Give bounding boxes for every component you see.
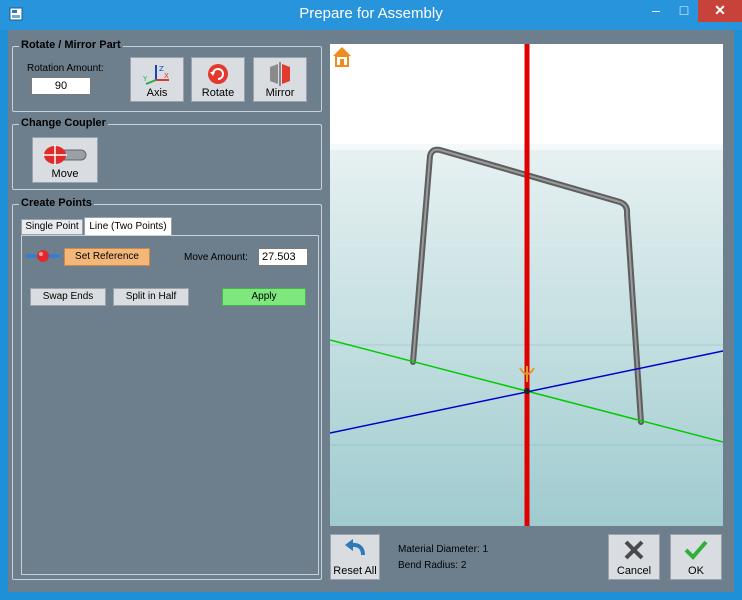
mirror-button[interactable]: Mirror <box>253 57 307 102</box>
reset-all-label: Reset All <box>333 565 377 577</box>
reset-all-button[interactable]: Reset All <box>330 534 380 580</box>
bend-radius-text: Bend Radius: 2 <box>398 560 467 571</box>
move-amount-input[interactable] <box>258 248 308 266</box>
mirror-label: Mirror <box>265 87 295 99</box>
tab-single-point[interactable]: Single Point <box>21 219 83 235</box>
title-bar: Prepare for Assembly – □ ✕ <box>0 0 742 30</box>
change-coupler-title: Change Coupler <box>19 117 108 129</box>
apply-button[interactable]: Apply <box>222 288 306 306</box>
window-title: Prepare for Assembly <box>299 5 443 22</box>
viewport-scene <box>330 44 723 526</box>
undo-icon <box>345 539 365 556</box>
mirror-icon <box>270 62 290 86</box>
rotation-amount-label: Rotation Amount: <box>27 63 104 74</box>
axis-icon: Z X Y <box>142 65 169 85</box>
rotate-label: Rotate <box>201 87 235 99</box>
dialog-client: Rotate / Mirror Part Rotation Amount: Z … <box>8 30 734 592</box>
material-diameter-text: Material Diameter: 1 <box>398 544 489 555</box>
create-points-group: Create Points Single Point Line (Two Poi… <box>12 197 322 580</box>
rotate-mirror-title: Rotate / Mirror Part <box>19 39 123 51</box>
tab-line-two-points[interactable]: Line (Two Points) <box>84 217 172 236</box>
split-in-half-button[interactable]: Split in Half <box>113 288 189 306</box>
reference-point-icon <box>26 250 60 262</box>
swap-ends-button[interactable]: Swap Ends <box>30 288 106 306</box>
checkmark-icon <box>684 540 708 560</box>
svg-text:Y: Y <box>142 75 148 83</box>
maximize-button[interactable]: □ <box>670 0 698 22</box>
ok-button[interactable]: OK <box>670 534 722 580</box>
cancel-button[interactable]: Cancel <box>608 534 660 580</box>
line-tab-panel: Set Reference Move Amount: Swap Ends Spl… <box>21 235 319 575</box>
rotate-icon <box>208 64 228 84</box>
cancel-x-icon <box>624 540 644 560</box>
set-reference-button[interactable]: Set Reference <box>64 248 150 266</box>
3d-viewport[interactable] <box>330 44 723 526</box>
close-button[interactable]: ✕ <box>698 0 742 22</box>
ok-label: OK <box>688 565 704 577</box>
axis-button[interactable]: Z X Y Axis <box>130 57 184 102</box>
move-coupler-label: Move <box>51 168 79 180</box>
create-points-title: Create Points <box>19 197 94 209</box>
change-coupler-group: Change Coupler Move <box>12 117 322 190</box>
cancel-label: Cancel <box>616 565 652 577</box>
axis-label: Axis <box>146 87 168 99</box>
rotate-button[interactable]: Rotate <box>191 57 245 102</box>
svg-text:X: X <box>164 72 169 80</box>
rotation-amount-input[interactable] <box>31 77 91 95</box>
minimize-button[interactable]: – <box>642 0 670 22</box>
coupler-move-icon <box>43 145 87 165</box>
rotate-mirror-group: Rotate / Mirror Part Rotation Amount: Z … <box>12 39 322 112</box>
move-coupler-button[interactable]: Move <box>32 137 98 183</box>
move-amount-label: Move Amount: <box>184 252 248 263</box>
